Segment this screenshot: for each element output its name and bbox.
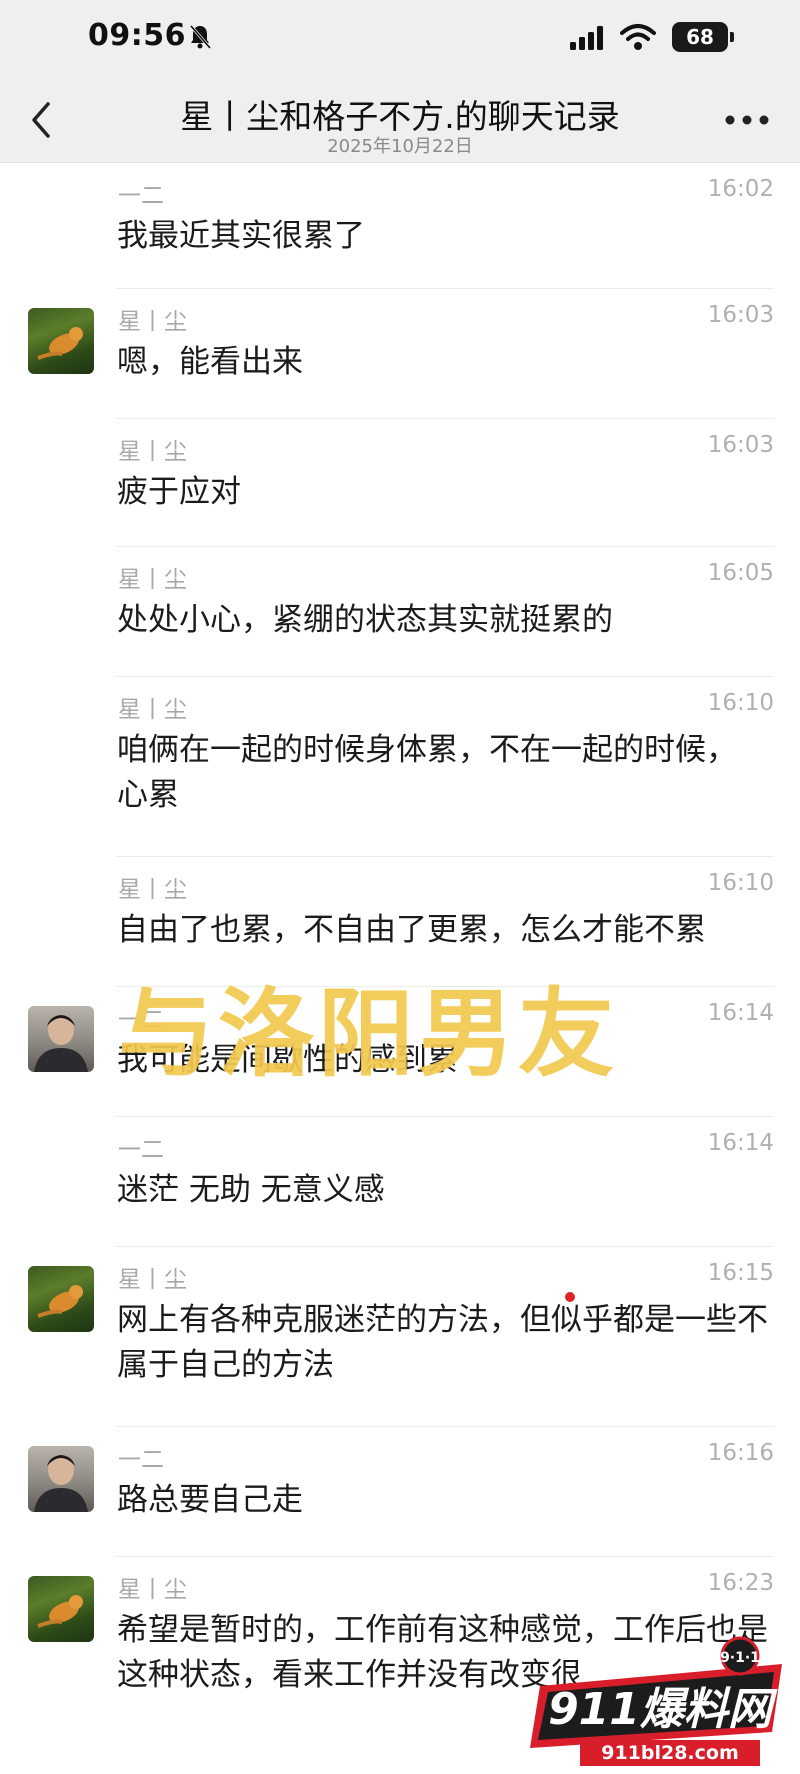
message-text: 咱俩在一起的时候身体累，不在一起的时候，心累 [117,732,737,813]
more-icon[interactable] [722,112,772,128]
list-item[interactable]: 一二 16:14 迷茫 无助 无意义感 [0,1116,800,1246]
divider [116,288,774,289]
cat-avatar-icon [37,1285,83,1318]
man-avatar-icon [34,1015,88,1072]
sender-name: 星丨尘 [118,697,187,723]
sender-name: 星丨尘 [118,1267,187,1293]
message-time: 16:05 [707,560,774,586]
mute-bell-icon [189,25,212,49]
list-item[interactable]: 一二 16:02 我最近其实很累了 [0,162,800,288]
message-text: 迷茫 无助 无意义感 [117,1172,385,1208]
avatar[interactable] [28,1266,94,1332]
site-logo: 9·1·1 911爆料网 911bl28.com [530,1636,782,1766]
nav-bar: 星丨尘和格子不方.的聊天记录 2025年10月22日 [0,80,800,163]
page-subtitle: 2025年10月22日 [327,136,473,157]
divider [116,856,774,857]
sender-name: 星丨尘 [118,567,187,593]
message-text: 路总要自己走 [117,1482,303,1518]
logo-badge: 9·1·1 [720,1650,760,1666]
message-text: 网上有各种克服迷茫的方法，但似乎都是一些不属于自己的方法 [117,1302,768,1383]
message-time: 16:16 [707,1440,774,1466]
message-time: 16:23 [707,1570,774,1596]
message-time: 16:14 [707,1000,774,1026]
list-item[interactable]: 星丨尘 16:05 处处小心，紧绷的状态其实就挺累的 [0,546,800,676]
divider [116,546,774,547]
avatar[interactable] [28,1446,94,1512]
avatar[interactable] [28,1006,94,1072]
divider [116,1246,774,1247]
sender-name: 星丨尘 [118,1577,187,1603]
back-icon[interactable] [22,98,62,142]
list-item[interactable]: 星丨尘 16:10 咱俩在一起的时候身体累，不在一起的时候，心累 [0,676,800,856]
message-time: 16:03 [707,432,774,458]
logo-url: 911bl28.com [601,1742,739,1764]
divider [116,418,774,419]
sender-name: 一二 [118,183,164,209]
sender-name: 星丨尘 [118,439,187,465]
message-text: 处处小心，紧绷的状态其实就挺累的 [117,602,613,638]
divider [116,1556,774,1557]
message-text: 嗯，能看出来 [117,344,303,380]
message-time: 16:14 [707,1130,774,1156]
red-dot [565,1292,575,1302]
sender-name: 一二 [118,1137,164,1163]
sender-name: 星丨尘 [118,877,187,903]
cat-avatar-icon [37,1595,83,1628]
message-time: 16:03 [707,302,774,328]
avatar[interactable] [28,308,94,374]
list-item[interactable]: 一二 16:16 路总要自己走 [0,1426,800,1556]
man-avatar-icon [34,1455,88,1512]
divider [116,1426,774,1427]
message-text: 我最近其实很累了 [117,218,365,254]
message-time: 16:10 [707,690,774,716]
avatar[interactable] [28,1576,94,1642]
message-time: 16:10 [707,870,774,896]
list-item[interactable]: 星丨尘 16:03 疲于应对 [0,418,800,546]
divider [116,676,774,677]
divider [116,1116,774,1117]
message-text: 自由了也累，不自由了更累，怎么才能不累 [117,912,706,948]
sender-name: 星丨尘 [118,309,187,335]
status-time: 09:56 [88,18,186,53]
cat-avatar-icon [37,327,83,360]
overlay-caption: 与洛阳男友 [118,978,618,1090]
list-item[interactable]: 星丨尘 16:03 嗯，能看出来 [0,288,800,418]
logo-brand: 911爆料网 [548,1684,778,1735]
signal-icon [570,26,603,50]
message-time: 16:15 [707,1260,774,1286]
list-item[interactable]: 星丨尘 16:15 网上有各种克服迷茫的方法，但似乎都是一些不属于自己的方法 [0,1246,800,1426]
message-time: 16:02 [707,176,774,202]
battery-icon: 68 [672,22,734,52]
message-text: 疲于应对 [117,474,241,510]
status-bar: 09:56 68 [0,0,800,80]
wifi-icon [620,24,656,50]
sender-name: 一二 [118,1447,164,1473]
page-title: 星丨尘和格子不方.的聊天记录 [180,97,620,136]
